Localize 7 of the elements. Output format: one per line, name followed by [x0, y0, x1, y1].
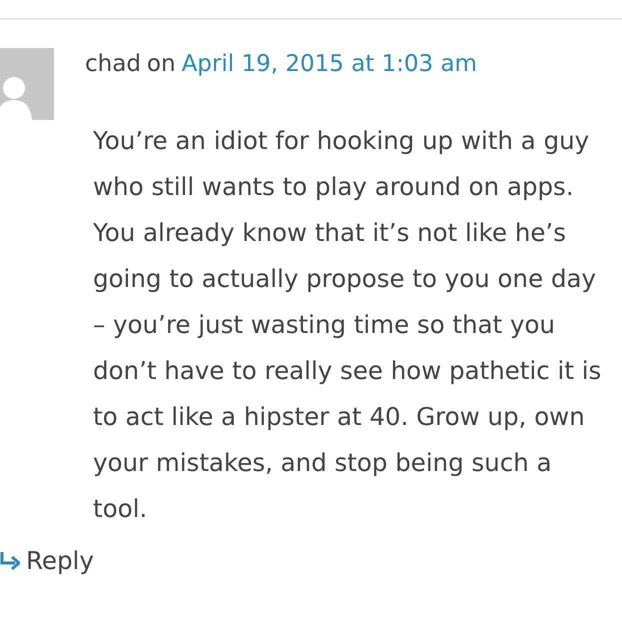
- reply-link[interactable]: Reply: [0, 546, 94, 575]
- avatar-icon: [0, 48, 54, 120]
- comment-author: chad: [85, 51, 141, 77]
- comment-date-link[interactable]: April 19, 2015 at 1:03 am: [182, 51, 478, 77]
- comment-text: You’re an idiot for hooking up with a guy who still wants to play around on apps. You already know that it’s not like he’s going to actually propose to you one day – you’re just wasting time so that you don’t have to really see how pathetic it is to act like a hipster at 40. Grow up, own your mistakes, and stop being such a tool.: [93, 125, 602, 525]
- meta-text: on: [146, 51, 176, 77]
- reply-arrow-icon: [0, 550, 20, 570]
